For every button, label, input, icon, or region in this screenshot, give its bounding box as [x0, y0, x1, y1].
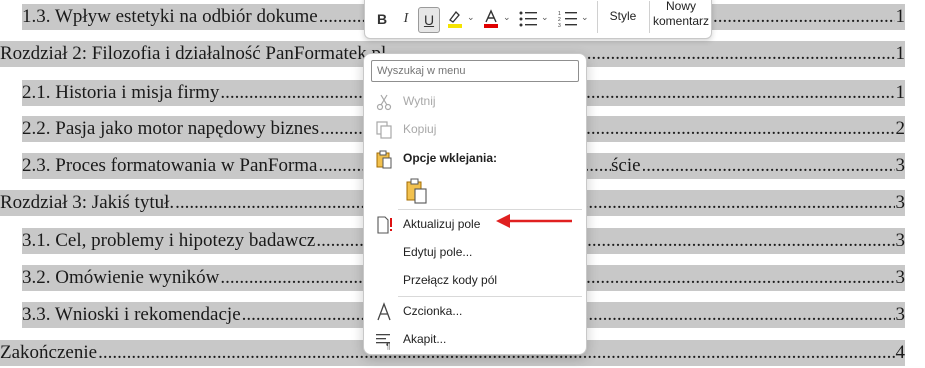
toc-page-number: 1	[895, 43, 906, 64]
mini-toolbar: B I U ⌄ ⌄ ⌄ 1 2 3 ⌄ Style Nowy komentarz	[364, 0, 712, 39]
paste-keep-text-button[interactable]	[400, 174, 434, 208]
toc-page-number: 1	[895, 6, 906, 27]
menu-item-paragraph[interactable]: ¶ Akapit...	[368, 325, 582, 353]
toc-page-number: 3	[895, 267, 906, 288]
toc-page-number: 3	[895, 304, 906, 325]
font-color-button[interactable]	[481, 7, 501, 31]
toc-entry-title: 2.3. Proces formatowania w PanForma	[22, 155, 318, 176]
toc-entry-title: Zakończenie	[0, 342, 98, 363]
numbered-list-icon: 1 2 3	[558, 11, 577, 28]
paste-options-header: Opcje wklejania:	[368, 144, 582, 172]
menu-item-edit-field[interactable]: Edytuj pole...	[368, 238, 582, 266]
toc-entry-title: Rozdział 3: Jakiś tytuł.	[0, 192, 175, 213]
bullets-dropdown-icon[interactable]: ⌄	[541, 12, 549, 23]
toolbar-divider	[649, 1, 650, 33]
numbering-button[interactable]: 1 2 3	[557, 7, 579, 31]
bold-button[interactable]: B	[373, 7, 391, 31]
numbering-dropdown-icon[interactable]: ⌄	[581, 12, 589, 23]
toc-page-number: 4	[895, 342, 906, 363]
font-icon	[377, 302, 391, 321]
toc-entry-title: 3.3. Wnioski i rekomendacje	[22, 304, 241, 325]
highlighter-icon	[448, 11, 462, 28]
menu-item-font-label: Czcionka...	[403, 304, 463, 318]
svg-text:¶: ¶	[386, 342, 390, 350]
menu-item-edit-field-label: Edytuj pole...	[403, 245, 473, 259]
toc-page-number: 3	[895, 192, 906, 213]
toc-page-number: 2	[895, 118, 906, 139]
toc-page-number: 1	[895, 82, 906, 103]
menu-item-update-field-label: Aktualizuj pole	[403, 217, 481, 231]
styles-button[interactable]: Style	[603, 9, 643, 23]
bullet-list-icon	[519, 11, 537, 27]
menu-item-font[interactable]: Czcionka...	[368, 297, 582, 325]
font-color-dropdown-icon[interactable]: ⌄	[503, 12, 511, 23]
font-color-icon	[484, 9, 498, 28]
italic-button[interactable]: I	[397, 7, 415, 31]
new-comment-button[interactable]: Nowy komentarz	[653, 0, 709, 29]
toc-entry-title-tail: ście	[611, 155, 643, 177]
toc-entry-title: 2.2. Pasja jako motor napędowy biznes	[22, 118, 320, 139]
paste-options-label: Opcje wklejania:	[403, 151, 498, 165]
toc-entry-title: 3.1. Cel, problemy i hipotezy badawcz	[22, 230, 316, 251]
bullets-button[interactable]	[517, 7, 539, 31]
menu-item-cut[interactable]: Wytnij	[368, 87, 582, 115]
svg-text:3: 3	[558, 23, 561, 28]
toc-page-number: 3	[895, 230, 906, 251]
highlight-button[interactable]	[445, 7, 465, 31]
highlight-dropdown-icon[interactable]: ⌄	[467, 12, 475, 23]
menu-item-paragraph-label: Akapit...	[403, 332, 447, 346]
paragraph-icon: ¶	[376, 334, 390, 350]
menu-item-toggle-field-codes[interactable]: Przełącz kody pól	[368, 266, 582, 294]
copy-icon	[376, 121, 392, 139]
update-field-icon	[377, 216, 392, 234]
toc-page-number: 3	[895, 155, 906, 176]
toc-entry-title: 3.2. Omówienie wyników	[22, 267, 220, 288]
underline-button[interactable]: U	[418, 7, 440, 33]
annotation-arrow-icon	[496, 214, 572, 228]
toc-entry-title: 2.1. Historia i misja firmy	[22, 82, 220, 103]
menu-item-toggle-field-codes-label: Przełącz kody pól	[403, 273, 498, 287]
menu-item-cut-label: Wytnij	[403, 94, 436, 108]
new-comment-label-1: Nowy	[665, 0, 696, 13]
toc-entry-title: 1.3. Wpływ estetyki na odbiór dokume	[22, 6, 318, 27]
menu-item-copy-label: Kopiuj	[403, 122, 437, 136]
toolbar-divider	[597, 1, 598, 33]
clipboard-icon	[376, 150, 392, 169]
paste-clipboard-icon	[406, 178, 427, 204]
new-comment-label-2: komentarz	[653, 14, 710, 28]
menu-search-input[interactable]	[371, 60, 579, 82]
toc-entry-title: Rozdział 2: Filozofia i działalność PanF…	[0, 43, 387, 64]
scissors-icon	[376, 94, 392, 111]
context-menu: Wytnij Kopiuj Opcje wklejania: Aktualiz	[363, 53, 587, 355]
menu-item-copy[interactable]: Kopiuj	[368, 115, 582, 143]
